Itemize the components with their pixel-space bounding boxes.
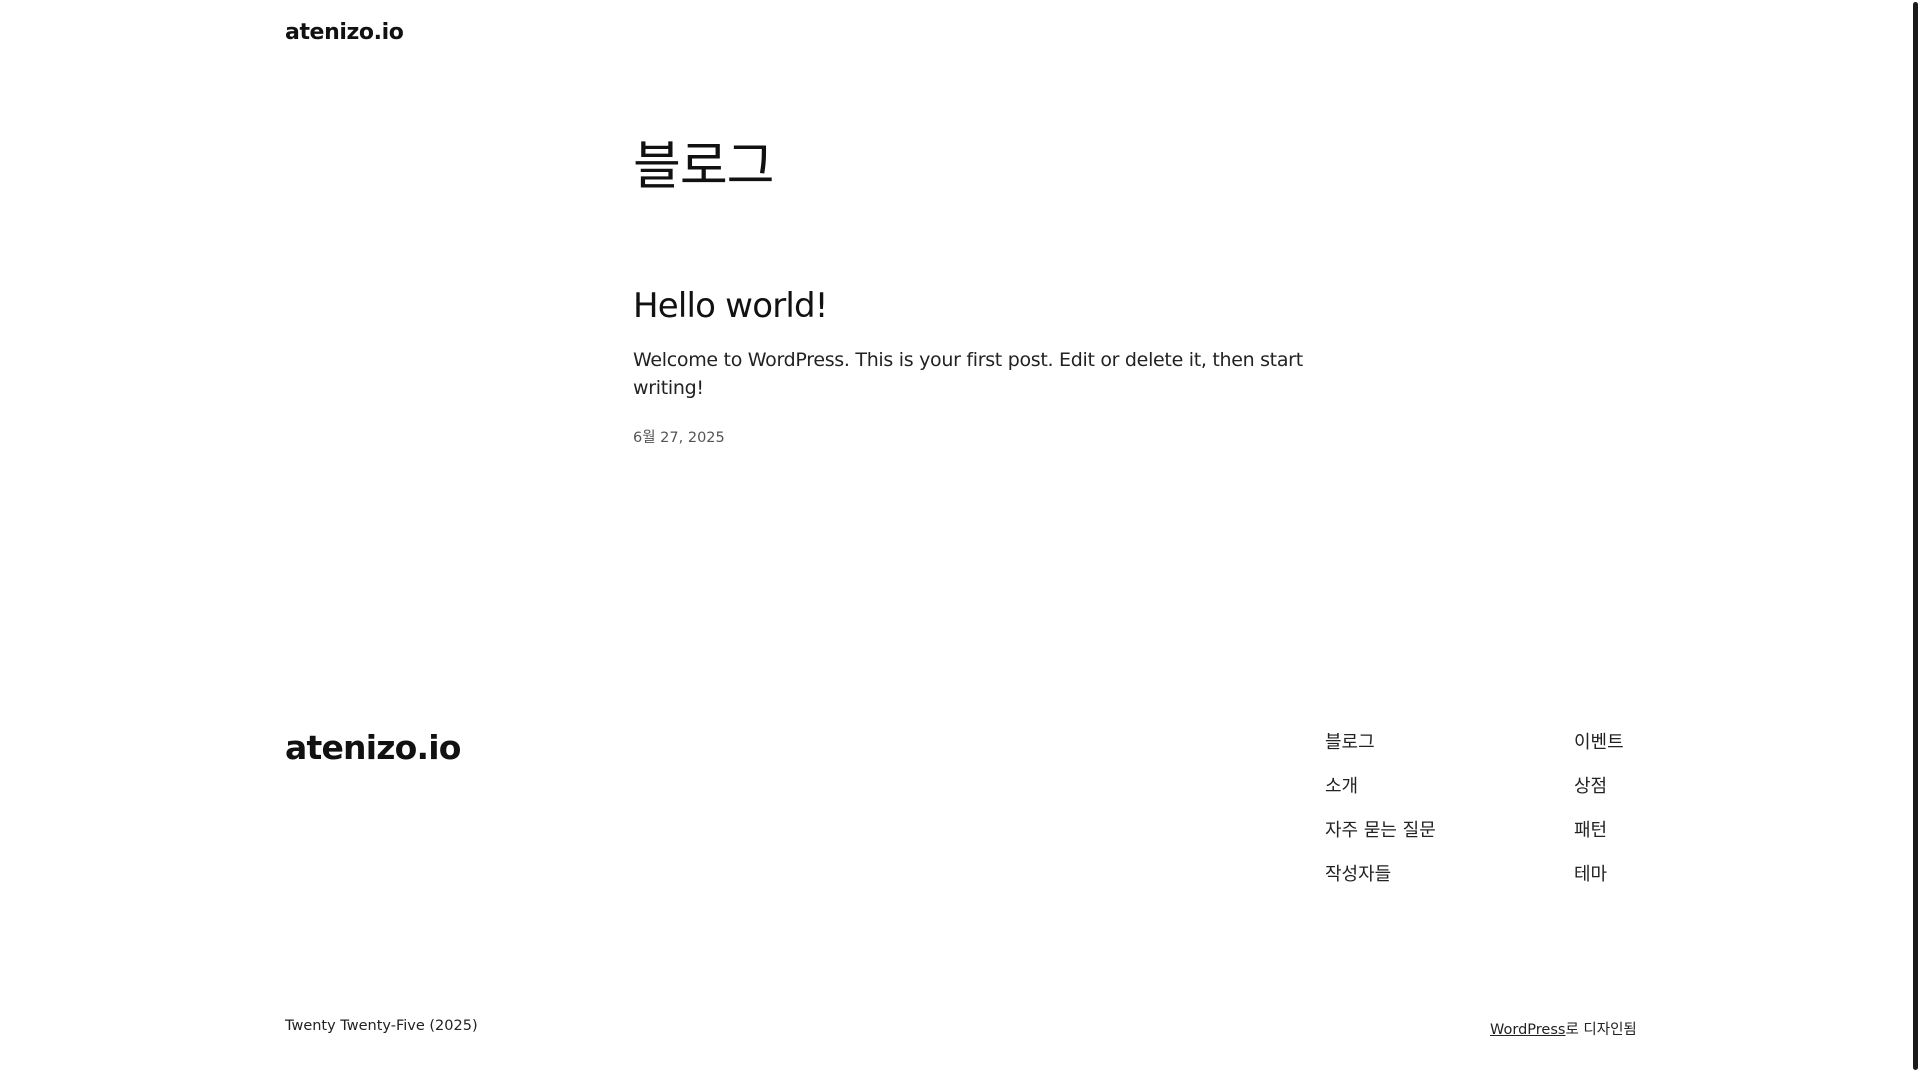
footer-nav-item-events[interactable]: 이벤트: [1574, 730, 1624, 774]
vertical-scrollbar[interactable]: [1908, 0, 1920, 1080]
footer-nav-item-shop[interactable]: 상점: [1574, 774, 1624, 818]
footer-nav-item-faq[interactable]: 자주 묻는 질문: [1325, 818, 1436, 862]
designed-with-credit: WordPress로 디자인됨: [1490, 1018, 1637, 1039]
post-title-link[interactable]: Hello world!: [633, 284, 1353, 328]
footer-nav-item-blog[interactable]: 블로그: [1325, 730, 1436, 774]
wordpress-link[interactable]: WordPress: [1490, 1022, 1565, 1038]
scrollbar-thumb[interactable]: [1913, 2, 1918, 1070]
site-title-link[interactable]: atenizo.io: [285, 20, 404, 45]
footer-nav-item-about[interactable]: 소개: [1325, 774, 1436, 818]
footer-nav-item-themes[interactable]: 테마: [1574, 862, 1624, 906]
post-excerpt: Welcome to WordPress. This is your first…: [633, 349, 1303, 399]
post-item: Hello world! Welcome to WordPress. This …: [633, 284, 1353, 447]
footer-nav-column-1: 블로그 소개 자주 묻는 질문 작성자들: [1325, 730, 1436, 906]
designed-with-suffix: 로 디자인됨: [1565, 1022, 1637, 1038]
footer-nav-item-authors[interactable]: 작성자들: [1325, 862, 1436, 906]
theme-credit: Twenty Twenty-Five (2025): [285, 1018, 478, 1034]
post-date[interactable]: 6월 27, 2025: [633, 426, 1353, 447]
footer-nav-column-2: 이벤트 상점 패턴 테마: [1574, 730, 1624, 906]
footer-site-title-link[interactable]: atenizo.io: [285, 728, 461, 767]
page-heading: 블로그: [633, 137, 775, 197]
main-content: 블로그 Hello world! Welcome to WordPress. T…: [633, 130, 1353, 447]
page: atenizo.io 블로그 Hello world! Welcome to W…: [0, 0, 1908, 1080]
footer-nav-item-patterns[interactable]: 패턴: [1574, 818, 1624, 862]
